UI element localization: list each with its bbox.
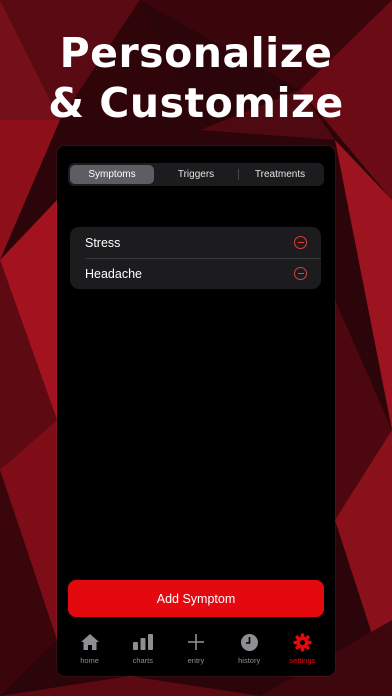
tab-entry[interactable]: entry bbox=[171, 628, 221, 676]
headline: Personalize & Customize bbox=[0, 28, 392, 128]
tab-label: history bbox=[238, 656, 261, 665]
segmented-control: Symptoms Triggers Treatments bbox=[68, 163, 324, 186]
clock-icon bbox=[238, 632, 260, 652]
segment-treatments[interactable]: Treatments bbox=[238, 165, 322, 184]
list-item-label: Headache bbox=[85, 266, 142, 281]
remove-circle-icon[interactable] bbox=[294, 267, 307, 280]
symptom-list: Stress Headache bbox=[70, 227, 321, 289]
add-symptom-button[interactable]: Add Symptom bbox=[68, 580, 324, 617]
list-item-label: Stress bbox=[85, 235, 121, 250]
segment-symptoms[interactable]: Symptoms bbox=[70, 165, 154, 184]
gear-icon bbox=[291, 632, 313, 652]
house-icon bbox=[79, 632, 101, 652]
list-item[interactable]: Stress bbox=[70, 227, 321, 258]
headline-line-2: & Customize bbox=[48, 79, 344, 127]
bar-chart-icon bbox=[132, 632, 154, 652]
tab-home[interactable]: home bbox=[65, 628, 115, 676]
tab-label: settings bbox=[289, 656, 316, 665]
segment-triggers[interactable]: Triggers bbox=[154, 165, 238, 184]
app-screen: Symptoms Triggers Treatments Stress Head… bbox=[57, 146, 335, 676]
tab-label: entry bbox=[187, 656, 205, 665]
tab-label: home bbox=[80, 656, 99, 665]
plus-icon bbox=[185, 632, 207, 652]
tab-bar: home charts entry history settings bbox=[57, 628, 335, 676]
remove-circle-icon[interactable] bbox=[294, 236, 307, 249]
tab-charts[interactable]: charts bbox=[118, 628, 168, 676]
headline-line-1: Personalize bbox=[59, 29, 333, 77]
tab-label: charts bbox=[132, 656, 153, 665]
list-item[interactable]: Headache bbox=[70, 258, 321, 289]
tab-settings[interactable]: settings bbox=[277, 628, 327, 676]
tab-history[interactable]: history bbox=[224, 628, 274, 676]
